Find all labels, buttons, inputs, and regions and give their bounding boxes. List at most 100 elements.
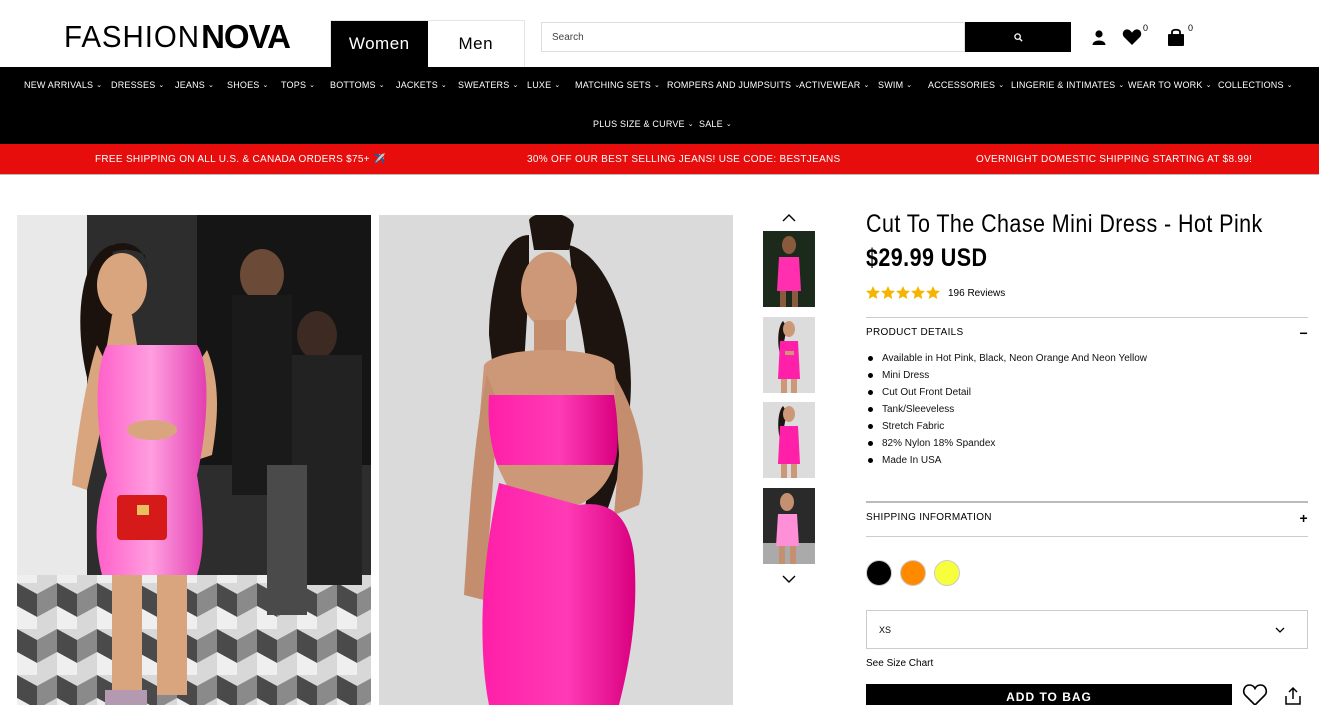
divider (866, 536, 1308, 537)
chevron-down-icon: ⌄ (158, 82, 165, 89)
chevron-down-icon: ⌄ (440, 82, 447, 89)
logo-text-fashion: FASHION (64, 19, 200, 54)
nav-label: NEW ARRIVALS (24, 80, 94, 90)
shipping-information-toggle[interactable]: SHIPPING INFORMATION + (866, 509, 1308, 526)
thumbnail-3[interactable] (763, 402, 815, 478)
nav-shoes[interactable]: SHOES ⌄ (227, 80, 269, 90)
star-icon (881, 286, 895, 299)
chevron-down-icon: ⌄ (1118, 82, 1125, 89)
nav-new-arrivals[interactable]: NEW ARRIVALS ⌄ (24, 80, 102, 90)
nav-label: JACKETS (396, 80, 438, 90)
wishlist-button[interactable] (1121, 26, 1143, 48)
nav-label: SALE (699, 119, 723, 129)
chevron-down-icon: ⌄ (1205, 82, 1212, 89)
product-image-celebrity[interactable] (17, 215, 371, 705)
plus-icon: + (1299, 509, 1308, 526)
product-details-list: Available in Hot Pink, Black, Neon Orang… (866, 350, 1306, 469)
star-icon (866, 286, 880, 299)
chevron-down-icon: ⌄ (653, 82, 661, 89)
nav-matching-sets[interactable]: MATCHING SETS ⌄ (575, 80, 660, 90)
nav-tops[interactable]: TOPS ⌄ (281, 80, 315, 90)
nav-label: SHOES (227, 80, 260, 90)
star-icon (926, 286, 940, 299)
chevron-down-icon: ⌄ (863, 82, 870, 89)
divider (866, 317, 1308, 318)
chevron-down-icon: ⌄ (554, 82, 561, 89)
nav-collections[interactable]: COLLECTIONS ⌄ (1218, 80, 1293, 90)
thumbnail-2[interactable] (763, 317, 815, 393)
size-select[interactable]: XS (866, 610, 1308, 649)
nav-activewear[interactable]: ACTIVEWEAR ⌄ (799, 80, 870, 90)
chevron-down-icon: ⌄ (378, 82, 385, 89)
chevron-down-icon: ⌄ (725, 121, 732, 128)
size-selected-value: XS (879, 624, 892, 635)
nav-wear-to-work[interactable]: WEAR TO WORK ⌄ (1128, 80, 1212, 90)
divider (866, 501, 1308, 503)
share-button[interactable] (1283, 686, 1303, 705)
heart-outline-icon (1242, 684, 1268, 705)
nav-label: ACTIVEWEAR (799, 80, 861, 90)
nav-label: SWEATERS (458, 80, 510, 90)
product-details-heading: PRODUCT DETAILS (866, 327, 964, 338)
nav-rompers-and-jumpsuits[interactable]: ROMPERS AND JUMPSUITS ⌄ (667, 80, 800, 90)
account-button[interactable] (1088, 26, 1110, 48)
fashion-nova-logo[interactable]: FASHION NOVA (64, 18, 291, 55)
promo-free-shipping[interactable]: FREE SHIPPING ON ALL U.S. & CANADA ORDER… (95, 154, 386, 165)
chevron-down-icon: ⌄ (309, 82, 316, 89)
list-item: 82% Nylon 18% Spandex (866, 435, 1306, 452)
add-to-bag-button[interactable]: ADD TO BAG (866, 684, 1232, 705)
wishlist-count: 0 (1143, 23, 1149, 33)
color-swatch-neon-orange[interactable] (900, 560, 926, 586)
nav-swim[interactable]: SWIM ⌄ (878, 80, 912, 90)
nav-luxe[interactable]: LUXE ⌄ (527, 80, 560, 90)
nav-label: LUXE (527, 80, 552, 90)
tab-women[interactable]: Women (331, 21, 428, 67)
thumbnail-prev-button[interactable] (779, 212, 799, 224)
rating-stars[interactable] (866, 286, 940, 299)
promo-overnight-shipping[interactable]: OVERNIGHT DOMESTIC SHIPPING STARTING AT … (976, 154, 1252, 165)
cart-button[interactable] (1165, 26, 1187, 48)
nav-sale[interactable]: SALE ⌄ (699, 119, 732, 129)
promo-jeans-discount[interactable]: 30% OFF OUR BEST SELLING JEANS! USE CODE… (527, 154, 841, 165)
thumbnail-next-button[interactable] (779, 573, 799, 585)
nav-label: SWIM (878, 80, 904, 90)
nav-label: LINGERIE & INTIMATES (1011, 80, 1116, 90)
product-image-model[interactable] (379, 215, 733, 705)
nav-row-2: PLUS SIZE & CURVE ⌄ SALE ⌄ (0, 106, 1319, 144)
chevron-down-icon: ⌄ (262, 82, 269, 89)
chevron-down-icon: ⌄ (96, 82, 103, 89)
nav-label: ACCESSORIES (928, 80, 996, 90)
color-swatch-black[interactable] (866, 560, 892, 586)
size-chart-link[interactable]: See Size Chart (866, 658, 933, 669)
shipping-information-heading: SHIPPING INFORMATION (866, 512, 992, 523)
star-icon (896, 286, 910, 299)
nav-jackets[interactable]: JACKETS ⌄ (396, 80, 447, 90)
nav-jeans[interactable]: JEANS ⌄ (175, 80, 214, 90)
nav-dresses[interactable]: DRESSES ⌄ (111, 80, 165, 90)
product-details-toggle[interactable]: PRODUCT DETAILS − (866, 326, 1308, 340)
chevron-down-icon: ⌄ (1286, 82, 1293, 89)
thumbnail-1[interactable] (763, 231, 815, 307)
nav-bottoms[interactable]: BOTTOMS ⌄ (330, 80, 385, 90)
list-item: Mini Dress (866, 367, 1306, 384)
search-button[interactable] (965, 22, 1071, 52)
nav-label: COLLECTIONS (1218, 80, 1284, 90)
tab-men[interactable]: Men (427, 21, 524, 67)
nav-label: TOPS (281, 80, 307, 90)
search-input[interactable] (541, 22, 965, 52)
color-swatch-neon-yellow[interactable] (934, 560, 960, 586)
chevron-down-icon (1275, 627, 1285, 633)
user-icon (1092, 30, 1106, 45)
nav-sweaters[interactable]: SWEATERS ⌄ (458, 80, 519, 90)
shopping-bag-icon (1168, 28, 1184, 46)
nav-plus-size-and-curve[interactable]: PLUS SIZE & CURVE ⌄ (593, 119, 694, 129)
thumbnail-4[interactable] (763, 488, 815, 564)
nav-label: MATCHING SETS (575, 80, 651, 90)
reviews-link[interactable]: 196 Reviews (948, 288, 1005, 299)
add-to-wishlist-button[interactable] (1242, 683, 1268, 705)
gender-tabs: Women Men (330, 20, 525, 67)
nav-accessories[interactable]: ACCESSORIES ⌄ (928, 80, 1004, 90)
nav-lingerie-and-intimates[interactable]: LINGERIE & INTIMATES ⌄ (1011, 80, 1124, 90)
main-navigation: NEW ARRIVALS ⌄ DRESSES ⌄ JEANS ⌄ SHOES ⌄ TOP… (0, 67, 1319, 144)
list-item: Available in Hot Pink, Black, Neon Orang… (866, 350, 1306, 367)
